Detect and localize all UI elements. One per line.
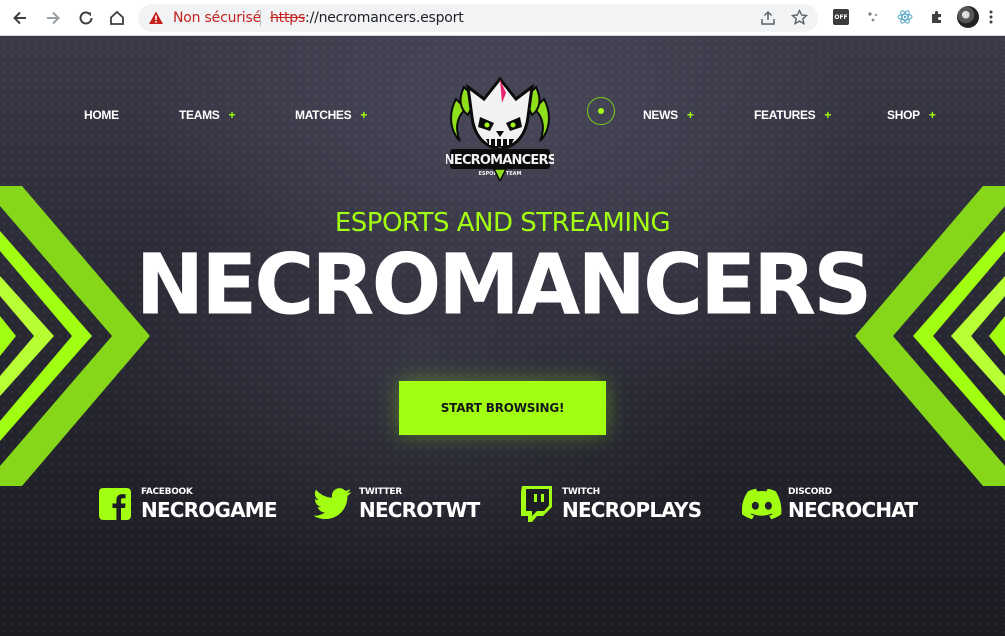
- social-facebook[interactable]: FACEBOOK NECROGAME: [95, 484, 278, 524]
- nav-label: HOME: [84, 108, 119, 122]
- url-host: ://necromancers.esport: [305, 10, 464, 26]
- hero-section: HOME TEAMS + MATCHES + NEWS + FEATURES +…: [0, 36, 1005, 636]
- forward-button[interactable]: [42, 7, 64, 29]
- plus-icon: +: [928, 108, 936, 122]
- plus-icon: +: [824, 108, 832, 122]
- arrow-left-icon: [13, 11, 26, 25]
- necromancers-logo[interactable]: NECROMANCERS ESPORTS TEAM: [446, 69, 554, 181]
- social-handle: NECROCHAT: [788, 497, 918, 522]
- reload-button[interactable]: [75, 7, 97, 29]
- arrow-right-icon: [47, 11, 60, 25]
- home-button[interactable]: [106, 7, 128, 29]
- social-platform-label: TWITTER: [359, 486, 402, 497]
- hero-title: NECROMANCERS: [135, 237, 873, 334]
- social-handle: NECROGAME: [141, 497, 278, 522]
- extension-sparkle-button[interactable]: [864, 8, 882, 26]
- nav-item-shop[interactable]: SHOP +: [887, 108, 936, 122]
- plus-icon: +: [360, 108, 368, 122]
- start-browsing-button[interactable]: START BROWSING!: [399, 381, 606, 435]
- profile-avatar[interactable]: [957, 6, 979, 28]
- nav-item-matches[interactable]: MATCHES +: [295, 108, 367, 122]
- social-handle: NECROTWT: [359, 497, 480, 522]
- nav-item-news[interactable]: NEWS +: [643, 108, 694, 122]
- off-badge-icon: OFF: [833, 9, 849, 25]
- more-menu-icon[interactable]: [988, 9, 994, 25]
- warning-icon: [149, 11, 163, 24]
- nav-label: FEATURES: [754, 108, 816, 122]
- social-discord[interactable]: DISCORD NECROCHAT: [742, 484, 918, 524]
- nav-label: NEWS: [643, 108, 678, 122]
- social-platform-label: TWITCH: [562, 486, 600, 497]
- reload-icon: [79, 11, 93, 25]
- facebook-icon: [95, 484, 135, 524]
- address-bar[interactable]: Non sécurisé https://necromancers.esport: [138, 4, 818, 32]
- security-status[interactable]: Non sécurisé: [173, 10, 261, 26]
- twitch-icon: [516, 484, 556, 524]
- hero-subtitle: ESPORTS AND STREAMING: [334, 208, 671, 238]
- extension-react-button[interactable]: [896, 8, 914, 26]
- twitter-icon: [313, 484, 353, 524]
- url-text[interactable]: https://necromancers.esport: [270, 10, 464, 26]
- plus-icon: +: [228, 108, 236, 122]
- social-platform-label: FACEBOOK: [141, 486, 193, 497]
- browser-toolbar: Non sécurisé https://necromancers.esport…: [0, 0, 1005, 36]
- url-scheme: https: [270, 10, 306, 26]
- discord-icon: [742, 484, 782, 524]
- puzzle-icon: [932, 11, 941, 23]
- sparkle-icon: [868, 12, 878, 22]
- omnibox-divider: [260, 10, 261, 26]
- social-handle: NECROPLAYS: [562, 497, 702, 522]
- nav-item-teams[interactable]: TEAMS +: [179, 108, 236, 122]
- extension-off-button[interactable]: OFF: [832, 8, 850, 26]
- social-platform-label: DISCORD: [788, 486, 832, 497]
- nav-item-home[interactable]: HOME: [84, 108, 119, 122]
- nav-label: MATCHES: [295, 108, 352, 122]
- atom-icon: [897, 10, 913, 24]
- star-icon[interactable]: [791, 9, 808, 26]
- extensions-button[interactable]: [928, 8, 946, 26]
- crosshair-button[interactable]: [587, 97, 615, 125]
- plus-icon: +: [686, 108, 694, 122]
- home-icon: [110, 10, 124, 25]
- logo-wordmark: NECROMANCERS: [446, 153, 554, 168]
- social-twitter[interactable]: TWITTER NECROTWT: [313, 484, 480, 524]
- nav-item-features[interactable]: FEATURES +: [754, 108, 831, 122]
- crosshair-dot-icon: [598, 108, 604, 114]
- back-button[interactable]: [9, 7, 31, 29]
- nav-label: TEAMS: [179, 108, 220, 122]
- share-icon[interactable]: [760, 10, 776, 26]
- social-twitch[interactable]: TWITCH NECROPLAYS: [516, 484, 702, 524]
- nav-label: SHOP: [887, 108, 920, 122]
